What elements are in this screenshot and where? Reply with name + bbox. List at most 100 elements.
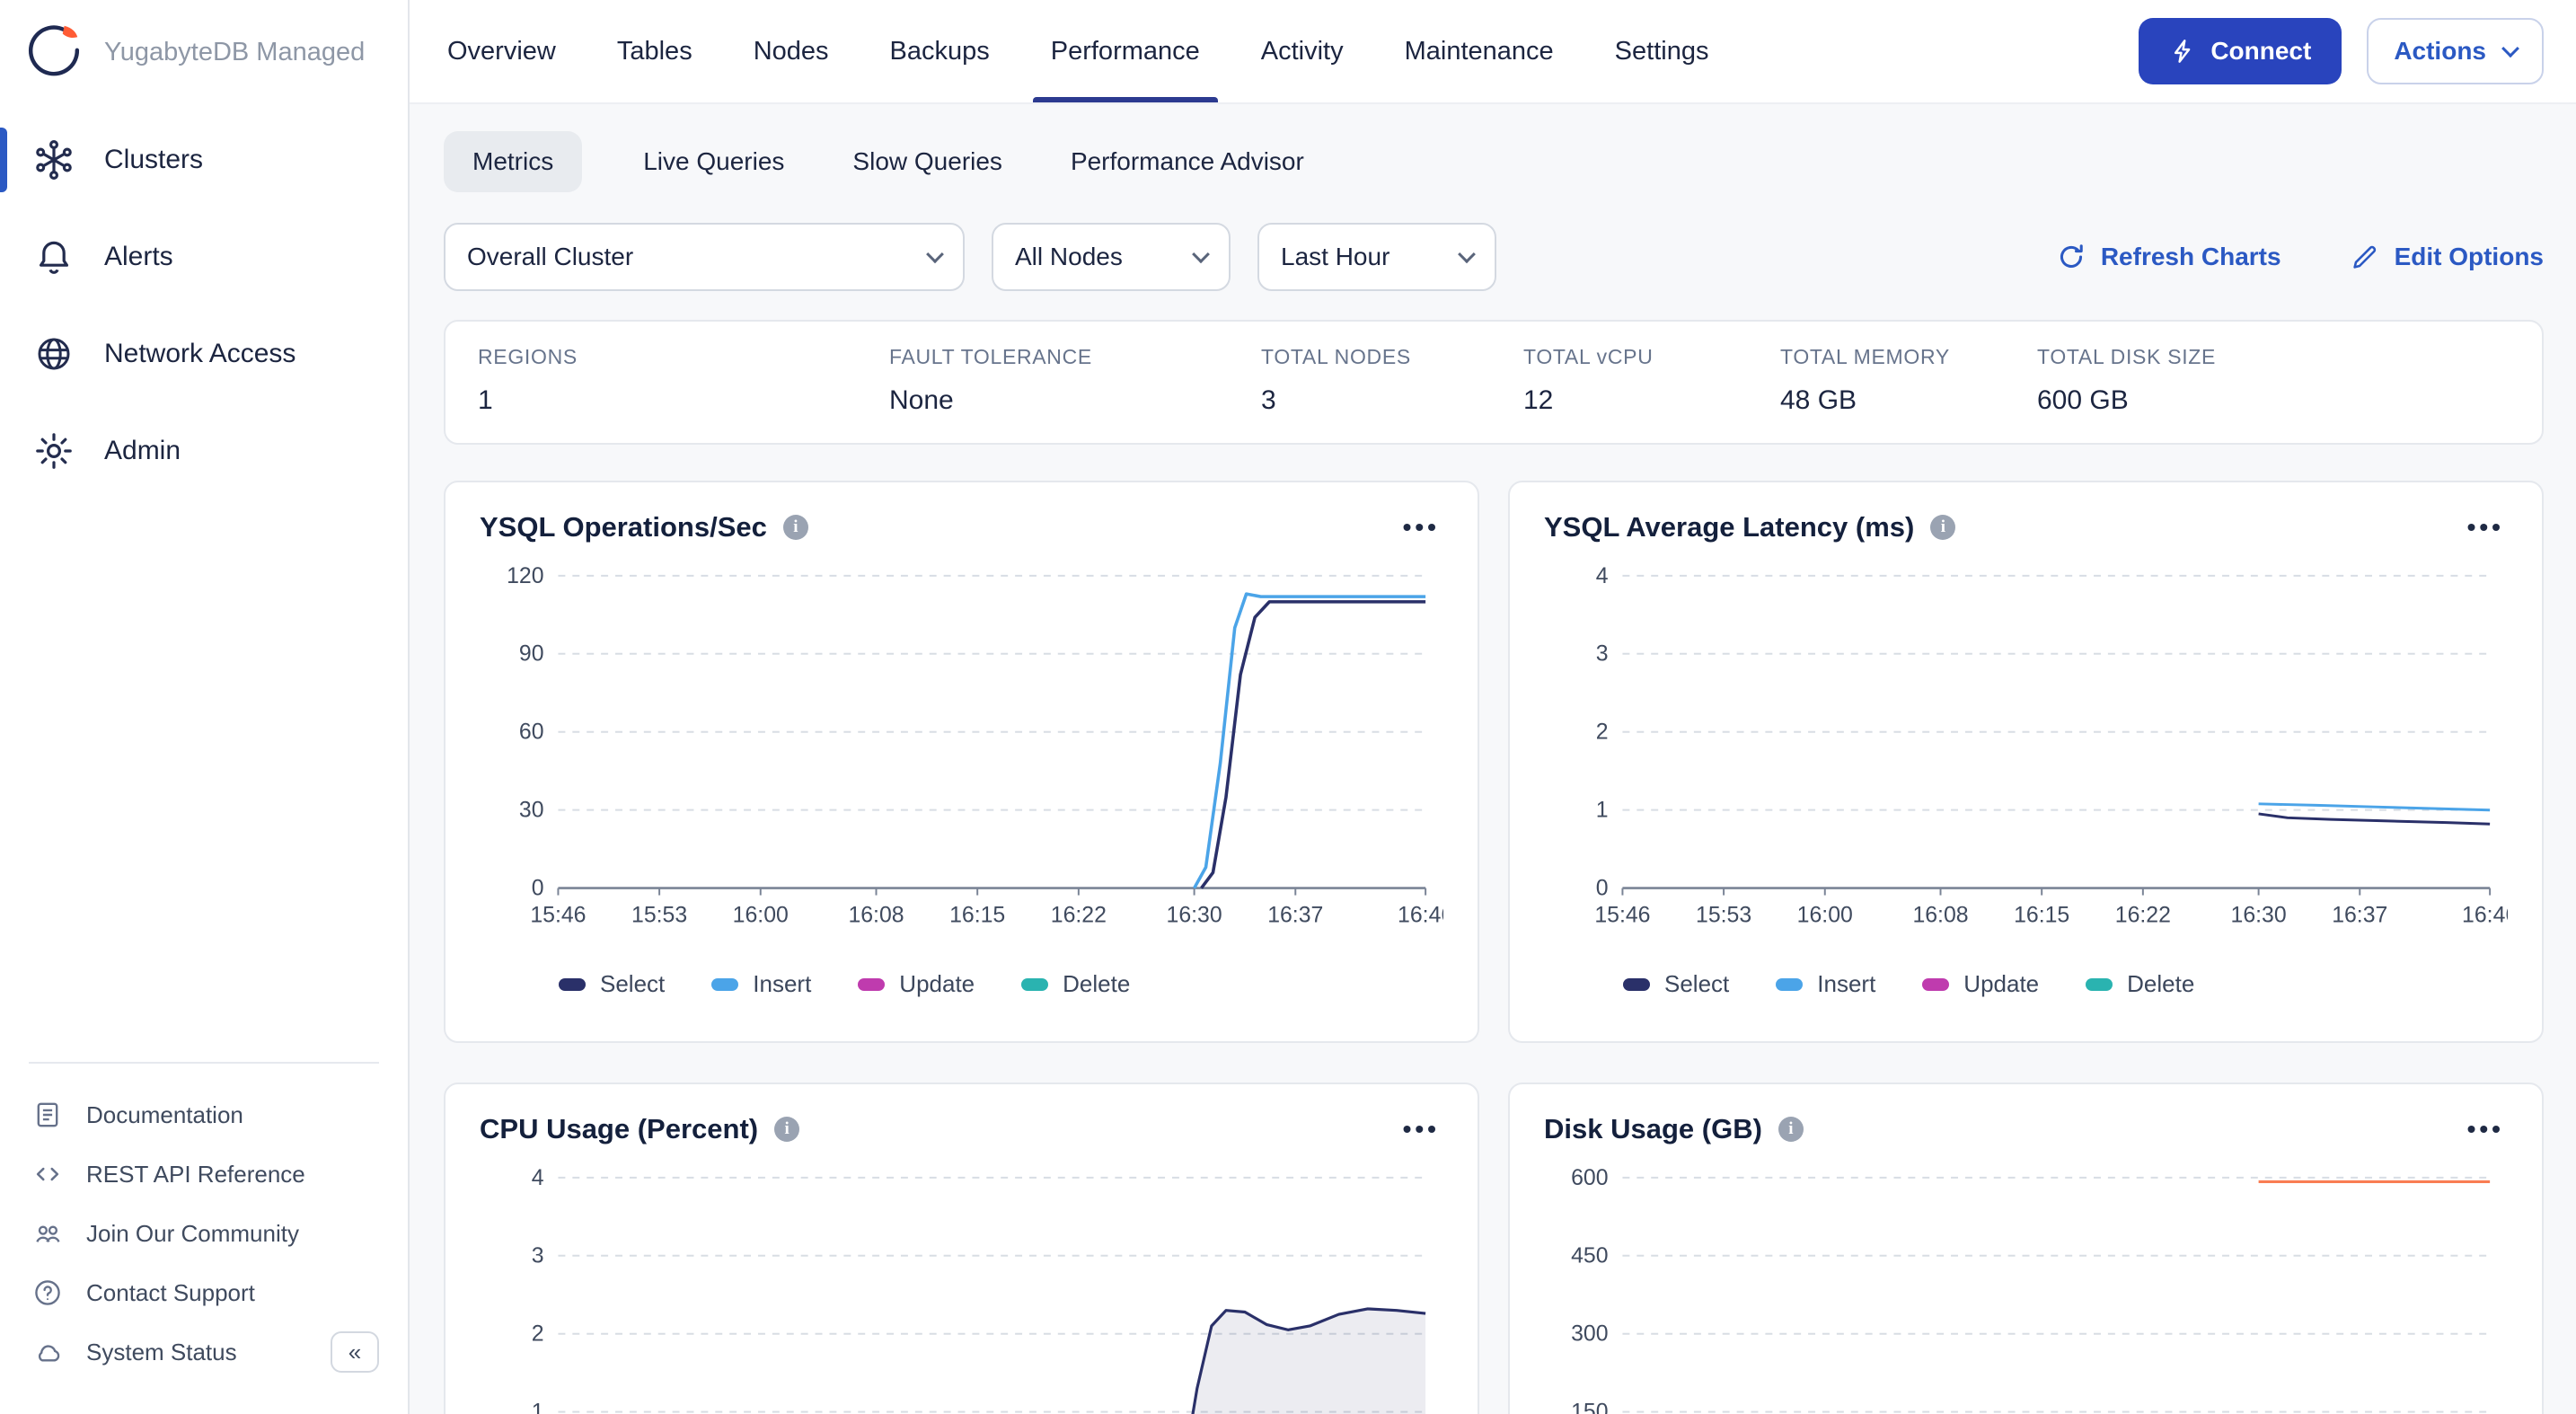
chart-menu-icon[interactable] <box>1399 1118 1443 1141</box>
legend-item-insert[interactable]: Insert <box>1776 970 1875 998</box>
connect-button[interactable]: Connect <box>2139 18 2342 84</box>
legend-marker <box>1922 978 1949 991</box>
legend-label: Delete <box>1063 970 1130 998</box>
legend-item-select[interactable]: Select <box>1623 970 1729 998</box>
legend-item-update[interactable]: Update <box>858 970 975 998</box>
chart-menu-icon[interactable] <box>2464 1118 2508 1141</box>
nodes-select-value: All Nodes <box>1015 243 1123 271</box>
chart-header: Disk Usage (GB) <box>1544 1113 2508 1145</box>
info-icon[interactable] <box>1930 515 1955 540</box>
legend-item-update[interactable]: Update <box>1922 970 2039 998</box>
tab-backups[interactable]: Backups <box>887 0 993 102</box>
chart-header: YSQL Operations/Sec <box>480 511 1443 544</box>
sidebar-item-documentation[interactable]: Documentation <box>25 1085 383 1144</box>
legend-label: Update <box>899 970 975 998</box>
actions-button-label: Actions <box>2394 37 2486 66</box>
legend-marker <box>1623 978 1650 991</box>
legend-item-delete[interactable]: Delete <box>1021 970 1130 998</box>
svg-text:15:53: 15:53 <box>1696 903 1751 927</box>
svg-text:1: 1 <box>532 1401 544 1414</box>
clusters-icon <box>32 138 75 181</box>
tab-overview[interactable]: Overview <box>444 0 560 102</box>
utility-item-label: REST API Reference <box>86 1161 305 1189</box>
community-icon <box>32 1218 63 1249</box>
edit-options-link[interactable]: Edit Options <box>2350 242 2544 272</box>
tab-maintenance[interactable]: Maintenance <box>1401 0 1557 102</box>
info-icon[interactable] <box>774 1117 799 1142</box>
sidebar-item-label: Alerts <box>104 242 173 272</box>
tab-activity[interactable]: Activity <box>1257 0 1347 102</box>
sidebar-item-join-our-community[interactable]: Join Our Community <box>25 1204 383 1263</box>
legend-marker <box>858 978 885 991</box>
stat-label: TOTAL vCPU <box>1523 345 1780 369</box>
time-range-select[interactable]: Last Hour <box>1257 223 1496 291</box>
sidebar-item-label: Clusters <box>104 145 203 175</box>
svg-text:16:00: 16:00 <box>1797 903 1853 927</box>
stat-value: 48 GB <box>1780 385 2037 416</box>
sidebar-item-contact-support[interactable]: Contact Support <box>25 1263 383 1322</box>
cluster-select-value: Overall Cluster <box>467 243 633 271</box>
chart-menu-icon[interactable] <box>1399 517 1443 539</box>
info-icon[interactable] <box>783 515 808 540</box>
cluster-select[interactable]: Overall Cluster <box>444 223 965 291</box>
svg-text:15:46: 15:46 <box>1594 903 1650 927</box>
legend-label: Insert <box>1817 970 1875 998</box>
chart-plot: 015030045060015:4615:5316:0016:0816:1516… <box>1544 1160 2508 1414</box>
sidebar-collapse-button[interactable] <box>331 1331 379 1373</box>
subtab-performance-advisor[interactable]: Performance Advisor <box>1063 131 1311 192</box>
info-icon[interactable] <box>1778 1117 1804 1142</box>
nodes-select[interactable]: All Nodes <box>992 223 1231 291</box>
refresh-charts-link[interactable]: Refresh Charts <box>2056 242 2281 272</box>
svg-text:16:08: 16:08 <box>1912 903 1968 927</box>
utility-item-label: Contact Support <box>86 1279 255 1307</box>
time-range-select-value: Last Hour <box>1281 243 1389 271</box>
legend-item-select[interactable]: Select <box>559 970 665 998</box>
brand-row: YugabyteDB Managed <box>0 0 408 104</box>
sidebar-item-alerts[interactable]: Alerts <box>0 208 408 305</box>
svg-text:3: 3 <box>1596 642 1609 667</box>
tab-nodes[interactable]: Nodes <box>750 0 833 102</box>
svg-text:15:46: 15:46 <box>530 903 586 927</box>
svg-text:16:37: 16:37 <box>2332 903 2387 927</box>
subtab-metrics[interactable]: Metrics <box>444 131 582 192</box>
chart-legend: Select Insert Update Delete <box>559 970 1443 998</box>
chart-canvas: 0123415:4615:5316:0016:0816:1516:2216:30… <box>480 1160 1443 1414</box>
svg-text:300: 300 <box>1571 1322 1608 1347</box>
stat-label: REGIONS <box>478 345 889 369</box>
connect-button-label: Connect <box>2210 37 2311 66</box>
svg-text:0: 0 <box>1596 877 1609 901</box>
subtab-slow-queries[interactable]: Slow Queries <box>845 131 1010 192</box>
sidebar-item-system-status[interactable]: System Status <box>25 1322 383 1382</box>
tab-performance[interactable]: Performance <box>1047 0 1204 102</box>
tab-settings[interactable]: Settings <box>1611 0 1713 102</box>
sidebar-item-network-access[interactable]: Network Access <box>0 305 408 402</box>
lightning-icon <box>2169 38 2196 65</box>
globe-icon <box>32 332 75 376</box>
filter-row: Overall Cluster All Nodes Last Hour <box>444 223 2544 291</box>
utility-item-label: Documentation <box>86 1101 243 1129</box>
sidebar-item-admin[interactable]: Admin <box>0 402 408 499</box>
sidebar-item-rest-api-reference[interactable]: REST API Reference <box>25 1144 383 1204</box>
stat-total-memory: TOTAL MEMORY 48 GB <box>1780 345 2037 416</box>
cluster-summary-bar: REGIONS 1 FAULT TOLERANCE None TOTAL NOD… <box>444 320 2544 445</box>
actions-button[interactable]: Actions <box>2367 18 2544 84</box>
brand-name: YugabyteDB Managed <box>104 38 365 67</box>
chart-legend: Select Insert Update Delete <box>1623 970 2508 998</box>
tab-tables[interactable]: Tables <box>613 0 696 102</box>
subtab-live-queries[interactable]: Live Queries <box>636 131 791 192</box>
stat-fault-tolerance: FAULT TOLERANCE None <box>889 345 1261 416</box>
chart-header: YSQL Average Latency (ms) <box>1544 511 2508 544</box>
svg-text:90: 90 <box>519 642 544 667</box>
svg-text:4: 4 <box>1596 564 1609 588</box>
sidebar-item-clusters[interactable]: Clusters <box>0 111 408 208</box>
chart-menu-icon[interactable] <box>2464 517 2508 539</box>
stat-label: TOTAL DISK SIZE <box>2037 345 2510 369</box>
utility-item-label: System Status <box>86 1339 237 1366</box>
question-circle-icon <box>32 1277 63 1308</box>
sidebar-divider <box>29 1062 379 1064</box>
legend-label: Select <box>600 970 665 998</box>
legend-item-delete[interactable]: Delete <box>2086 970 2194 998</box>
performance-content: Metrics Live Queries Slow Queries Perfor… <box>410 104 2576 1414</box>
svg-text:16:15: 16:15 <box>2014 903 2069 927</box>
legend-item-insert[interactable]: Insert <box>711 970 811 998</box>
